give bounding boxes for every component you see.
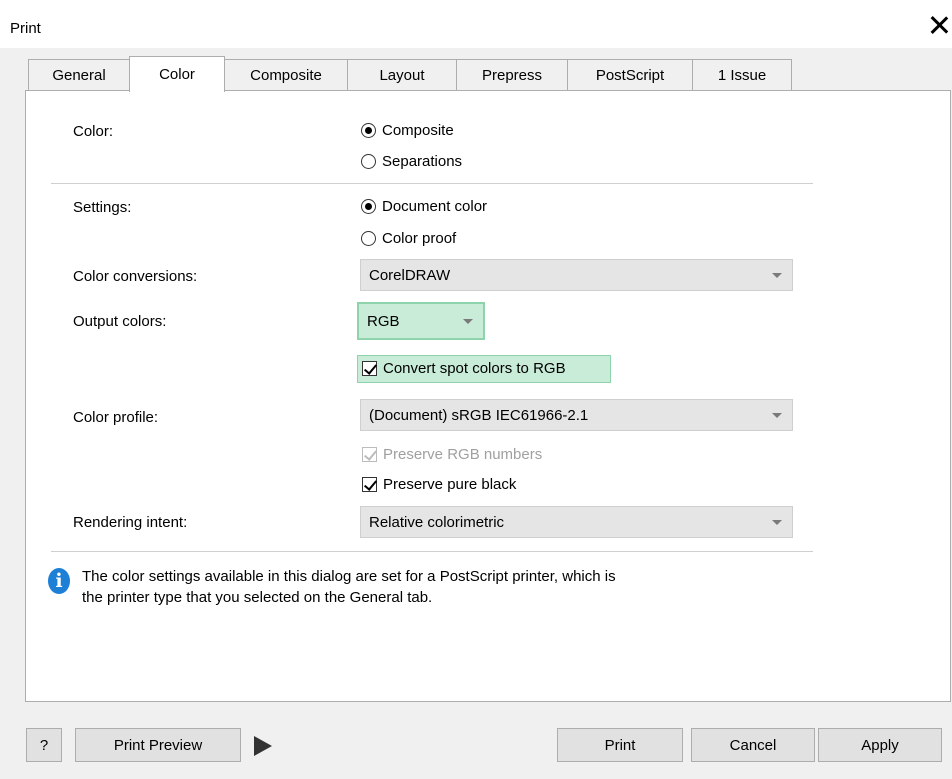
info-icon: i xyxy=(48,568,70,594)
preserve-black-label: Preserve pure black xyxy=(383,476,517,493)
rendering-intent-label: Rendering intent: xyxy=(73,514,188,531)
color-label: Color: xyxy=(73,123,114,140)
color-conversions-value: CorelDRAW xyxy=(369,266,451,284)
tab-issue[interactable]: 1 Issue xyxy=(692,59,792,91)
chevron-down-icon xyxy=(463,319,473,324)
tab-general[interactable]: General xyxy=(28,59,130,91)
title-bar: Print xyxy=(0,0,952,48)
tab-composite[interactable]: Composite xyxy=(224,59,348,91)
radio-button[interactable] xyxy=(361,154,376,169)
info-line: the printer type that you selected on th… xyxy=(82,589,433,606)
checkbox[interactable] xyxy=(362,361,377,376)
print-button[interactable]: Print xyxy=(557,728,683,762)
tab-color[interactable]: Color xyxy=(129,56,225,92)
color-profile-value: (Document) sRGB IEC61966-2.1 xyxy=(369,406,589,424)
divider xyxy=(51,183,813,184)
chevron-down-icon xyxy=(772,273,782,278)
radio-color-proof[interactable]: Color proof xyxy=(361,230,456,247)
color-profile-label: Color profile: xyxy=(73,409,159,426)
divider xyxy=(51,551,813,552)
color-profile-dropdown[interactable]: (Document) sRGB IEC61966-2.1 xyxy=(360,399,793,431)
print-preview-button[interactable]: Print Preview xyxy=(75,728,241,762)
checkbox[interactable] xyxy=(362,477,377,492)
tab-postscript[interactable]: PostScript xyxy=(567,59,693,91)
color-tab-panel: Color: Composite Separations Settings: D… xyxy=(25,90,951,702)
radio-separations[interactable]: Separations xyxy=(361,153,462,170)
output-colors-value: RGB xyxy=(367,312,400,330)
info-line: The color settings available in this dia… xyxy=(82,568,616,585)
help-button[interactable]: ? xyxy=(26,728,62,762)
radio-button[interactable] xyxy=(361,231,376,246)
rendering-intent-dropdown[interactable]: Relative colorimetric xyxy=(360,506,793,538)
close-icon[interactable] xyxy=(928,14,950,36)
rendering-intent-value: Relative colorimetric xyxy=(369,513,505,531)
convert-spot-label: Convert spot colors to RGB xyxy=(383,360,566,377)
preserve-rgb-label: Preserve RGB numbers xyxy=(383,446,543,463)
radio-button[interactable] xyxy=(361,123,376,138)
output-colors-dropdown[interactable]: RGB xyxy=(357,302,485,340)
radio-separations-label: Separations xyxy=(382,153,463,170)
color-conversions-dropdown[interactable]: CorelDRAW xyxy=(360,259,793,291)
radio-color-proof-label: Color proof xyxy=(382,230,457,247)
preserve-rgb-checkbox: Preserve RGB numbers xyxy=(362,446,542,463)
color-conversions-label: Color conversions: xyxy=(73,268,198,285)
cancel-button[interactable]: Cancel xyxy=(691,728,815,762)
settings-label: Settings: xyxy=(73,199,132,216)
output-colors-label: Output colors: xyxy=(73,313,167,330)
chevron-down-icon xyxy=(772,520,782,525)
radio-document-color[interactable]: Document color xyxy=(361,198,487,215)
convert-spot-checkbox[interactable]: Convert spot colors to RGB xyxy=(362,360,566,377)
radio-composite[interactable]: Composite xyxy=(361,122,454,139)
preserve-black-checkbox[interactable]: Preserve pure black xyxy=(362,476,516,493)
window-title: Print xyxy=(10,20,41,37)
chevron-down-icon xyxy=(772,413,782,418)
tab-prepress[interactable]: Prepress xyxy=(456,59,568,91)
radio-composite-label: Composite xyxy=(382,122,454,139)
play-icon[interactable] xyxy=(254,736,272,756)
radio-document-color-label: Document color xyxy=(382,198,488,215)
apply-button[interactable]: Apply xyxy=(818,728,942,762)
radio-button[interactable] xyxy=(361,199,376,214)
tab-layout[interactable]: Layout xyxy=(347,59,457,91)
checkbox xyxy=(362,447,377,462)
info-message: The color settings available in this dia… xyxy=(82,566,616,608)
